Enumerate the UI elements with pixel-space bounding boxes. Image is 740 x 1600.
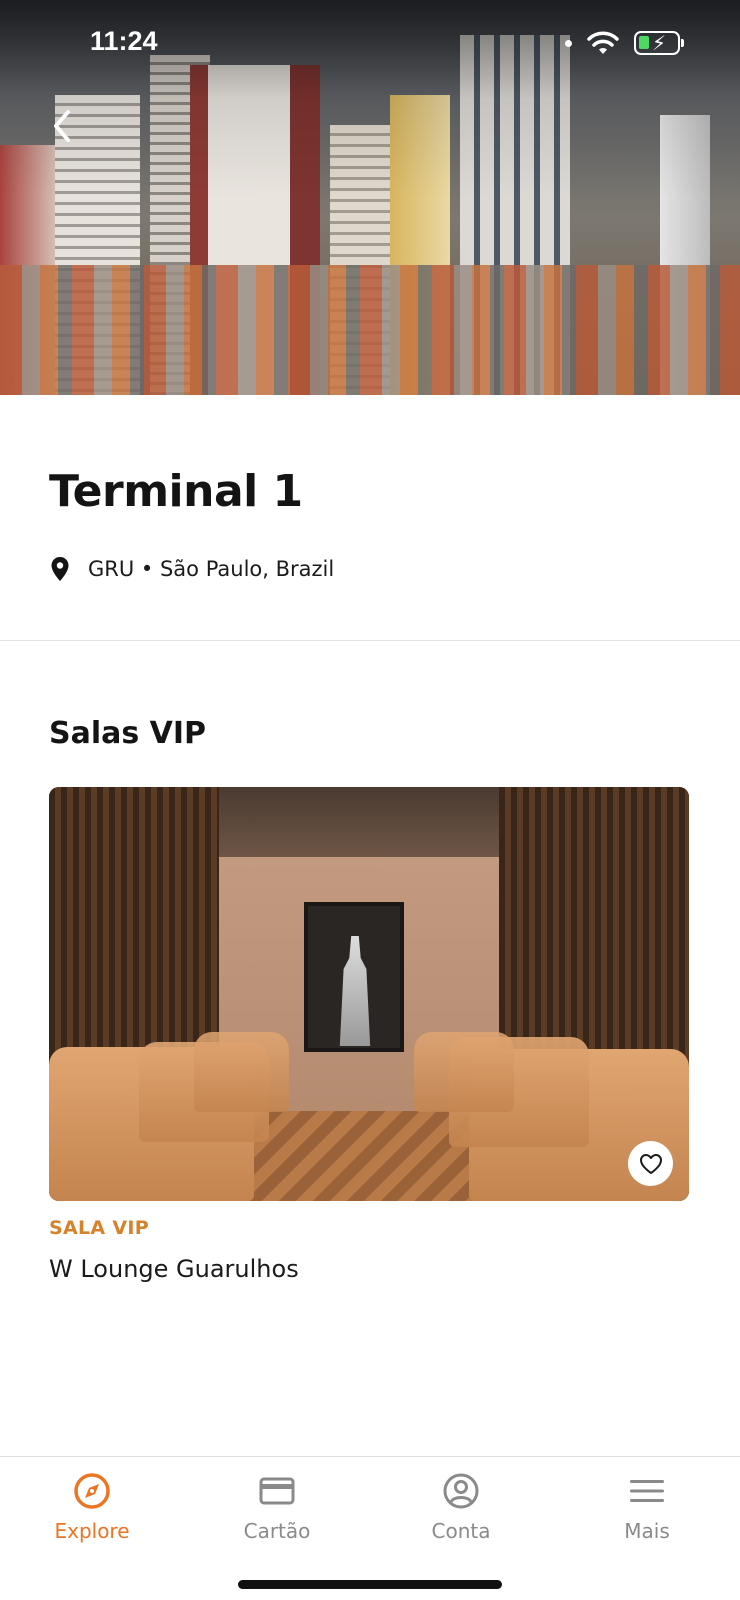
nav-item-cartao[interactable]: Cartão bbox=[202, 1457, 352, 1557]
hero-image: 11:24 ⚡ bbox=[0, 0, 740, 395]
nav-label-explore: Explore bbox=[54, 1519, 130, 1543]
status-time: 11:24 bbox=[90, 26, 158, 56]
section-title: Salas VIP bbox=[49, 716, 207, 751]
terminal-title: Terminal 1 bbox=[49, 466, 303, 517]
divider bbox=[0, 640, 740, 641]
nav-item-conta[interactable]: Conta bbox=[386, 1457, 536, 1557]
chevron-left-icon bbox=[54, 110, 70, 142]
user-circle-icon bbox=[443, 1473, 479, 1509]
heart-icon bbox=[639, 1153, 662, 1174]
battery-icon: ⚡ bbox=[634, 31, 684, 55]
location-pin-icon bbox=[51, 557, 69, 581]
lounge-category: SALA VIP bbox=[49, 1217, 149, 1239]
wifi-icon bbox=[587, 31, 619, 54]
location-text: GRU • São Paulo, Brazil bbox=[88, 557, 335, 581]
home-indicator bbox=[238, 1580, 502, 1589]
nav-item-mais[interactable]: Mais bbox=[572, 1457, 722, 1557]
favorite-button[interactable] bbox=[628, 1141, 673, 1186]
nav-label-mais: Mais bbox=[624, 1519, 670, 1543]
compass-icon bbox=[74, 1473, 110, 1509]
bottom-nav: Explore Cartão Conta Mais bbox=[0, 1456, 740, 1600]
status-icons: ⚡ bbox=[565, 30, 684, 56]
nav-item-explore[interactable]: Explore bbox=[17, 1457, 167, 1557]
back-button[interactable] bbox=[44, 104, 84, 148]
nav-label-cartao: Cartão bbox=[243, 1519, 311, 1543]
lounge-name[interactable]: W Lounge Guarulhos bbox=[49, 1255, 299, 1283]
card-icon bbox=[259, 1477, 295, 1505]
nav-label-conta: Conta bbox=[431, 1519, 491, 1543]
menu-icon bbox=[630, 1480, 664, 1502]
signal-dot-icon bbox=[565, 39, 572, 47]
terminal-location: GRU • São Paulo, Brazil bbox=[50, 556, 334, 582]
lounge-card-image[interactable] bbox=[49, 787, 689, 1201]
